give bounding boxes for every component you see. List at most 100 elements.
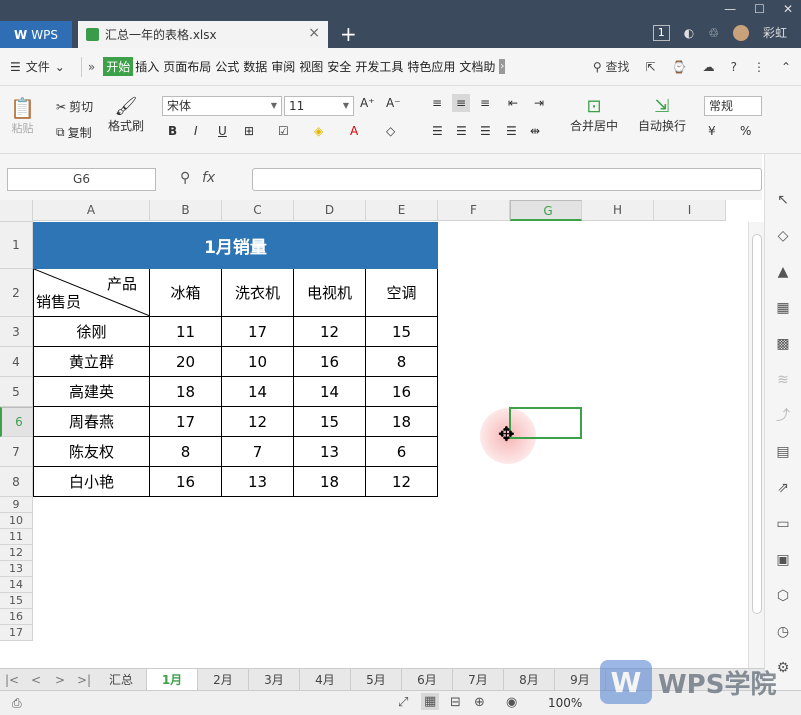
salesperson-cell[interactable]: 周春燕 — [33, 407, 150, 437]
eraser-icon[interactable]: ◇ — [386, 124, 395, 138]
name-box[interactable]: G6 — [7, 168, 156, 191]
product-header-cell[interactable]: 洗衣机 — [222, 269, 294, 317]
column-header-a[interactable]: A — [33, 200, 150, 221]
value-cell[interactable]: 16 — [150, 467, 222, 497]
salesperson-cell[interactable]: 白小艳 — [33, 467, 150, 497]
gear-icon[interactable]: ⚙ — [774, 660, 792, 676]
column-header-b[interactable]: B — [150, 200, 222, 221]
backup-icon[interactable]: ⬡ — [774, 588, 792, 604]
row-header[interactable]: 3 — [0, 317, 33, 347]
row-header[interactable]: 10 — [0, 513, 33, 529]
reading-mode-icon[interactable]: ⊕ — [474, 695, 485, 710]
help-icon[interactable]: ? — [731, 60, 737, 74]
tab-home[interactable]: 开始 — [103, 57, 134, 76]
merge-center-button[interactable]: ⊡ 合并居中 — [570, 96, 618, 134]
close-window-icon[interactable]: ✕ — [783, 2, 793, 16]
tab-data[interactable]: 数据 — [241, 58, 269, 75]
wps-home-tab[interactable]: W WPS — [0, 21, 72, 48]
value-cell[interactable]: 17 — [150, 407, 222, 437]
collapse-ribbon-icon[interactable]: ⌃ — [781, 60, 791, 74]
share-icon[interactable]: ⇱ — [646, 60, 656, 74]
column-header-e[interactable]: E — [366, 200, 438, 221]
row-header[interactable]: 14 — [0, 577, 33, 593]
number-format-select[interactable]: 常规 — [704, 96, 762, 116]
skin-icon[interactable]: ◐ — [684, 26, 694, 40]
currency-icon[interactable]: ¥ — [708, 124, 716, 138]
justify-icon[interactable]: ☰ — [506, 124, 517, 138]
row-header[interactable]: 1 — [0, 222, 33, 269]
value-cell[interactable]: 18 — [150, 377, 222, 407]
avatar[interactable] — [732, 24, 749, 41]
font-color-icon[interactable]: A — [350, 124, 358, 138]
sheet-tab-summary[interactable]: 汇总 — [96, 668, 147, 691]
maximize-icon[interactable]: ☐ — [754, 2, 765, 16]
search-button[interactable]: ⚲ 查找 — [593, 58, 630, 75]
value-cell[interactable]: 12 — [294, 317, 366, 347]
font-select[interactable]: 宋体 ▼ — [162, 96, 282, 116]
tshirt-icon[interactable]: ♲ — [708, 26, 719, 40]
row-header[interactable]: 4 — [0, 347, 33, 377]
decrease-font-icon[interactable]: A⁻ — [386, 96, 401, 110]
eye-protect-icon[interactable]: ◉ — [506, 695, 517, 710]
value-cell[interactable]: 17 — [222, 317, 294, 347]
grid-apps-icon[interactable]: ▩ — [774, 336, 792, 352]
align-bottom-icon[interactable]: ≡ — [480, 96, 490, 110]
bold-icon[interactable]: B — [168, 124, 177, 138]
page-break-icon[interactable]: ⊟ — [450, 695, 461, 710]
align-top-icon[interactable]: ≡ — [432, 96, 442, 110]
minimize-icon[interactable]: — — [724, 2, 736, 16]
sheet-tab-feb[interactable]: 2月 — [198, 668, 249, 691]
value-cell[interactable]: 12 — [366, 467, 438, 497]
value-cell[interactable]: 13 — [222, 467, 294, 497]
product-header-cell[interactable]: 电视机 — [294, 269, 366, 317]
value-cell[interactable]: 14 — [222, 377, 294, 407]
select-pointer-icon[interactable]: ↖ — [774, 192, 792, 208]
product-header-cell[interactable]: 空调 — [366, 269, 438, 317]
scroll-thumb[interactable] — [752, 234, 762, 614]
macro-icon[interactable]: ⎙ — [12, 696, 22, 711]
value-cell[interactable]: 11 — [150, 317, 222, 347]
archive-icon[interactable]: ▭ — [774, 516, 792, 532]
row-header[interactable]: 9 — [0, 497, 33, 513]
value-cell[interactable]: 20 — [150, 347, 222, 377]
increase-font-icon[interactable]: A⁺ — [360, 96, 375, 110]
format-painter-button[interactable]: 🖌 格式刷 — [108, 96, 144, 134]
row-header[interactable]: 17 — [0, 625, 33, 641]
tab-special[interactable]: 特色应用 — [405, 58, 457, 75]
row-header[interactable]: 15 — [0, 593, 33, 609]
scroll-right-icon[interactable]: › — [499, 59, 506, 74]
percent-icon[interactable]: % — [740, 124, 751, 138]
column-header-f[interactable]: F — [438, 200, 510, 221]
file-menu[interactable]: ☰ 文件 ⌄ — [0, 58, 75, 75]
value-cell[interactable]: 18 — [366, 407, 438, 437]
italic-icon[interactable]: I — [194, 124, 198, 138]
document-tab[interactable]: 汇总一年的表格.xlsx × — [78, 21, 328, 48]
more-options-icon[interactable]: ⋮ — [753, 60, 765, 74]
zoom-lookup-icon[interactable]: ⚲ — [180, 170, 190, 186]
window-count-badge[interactable]: 1 — [652, 24, 670, 41]
row-header[interactable]: 6 — [0, 407, 33, 437]
tab-developer[interactable]: 开发工具 — [353, 58, 405, 75]
value-cell[interactable]: 13 — [294, 437, 366, 467]
value-cell[interactable]: 6 — [366, 437, 438, 467]
image-icon[interactable]: ▣ — [774, 552, 792, 568]
sheet-tab-jan[interactable]: 1月 — [147, 668, 198, 691]
fullscreen-icon[interactable]: ⤢ — [398, 695, 408, 710]
last-sheet-icon[interactable]: >| — [72, 673, 96, 687]
value-cell[interactable]: 14 — [294, 377, 366, 407]
sheet-tab-mar[interactable]: 3月 — [249, 668, 300, 691]
sheet-tab-jul[interactable]: 7月 — [453, 668, 504, 691]
salesperson-cell[interactable]: 陈友权 — [33, 437, 150, 467]
tab-doc-assistant[interactable]: 文档助 — [457, 58, 497, 75]
cloud-sync-icon[interactable]: ☁ — [703, 60, 715, 74]
tab-insert[interactable]: 插入 — [133, 58, 161, 75]
align-center-icon[interactable]: ☰ — [456, 124, 467, 138]
column-header-h[interactable]: H — [582, 200, 654, 221]
font-size-select[interactable]: 11 ▼ — [284, 96, 354, 116]
row-header[interactable]: 5 — [0, 377, 33, 407]
sheet-tab-jun[interactable]: 6月 — [402, 668, 453, 691]
sheet-tab-apr[interactable]: 4月 — [300, 668, 351, 691]
tab-view[interactable]: 视图 — [297, 58, 325, 75]
select-all-corner[interactable] — [0, 200, 33, 222]
sheet-title-cell[interactable]: 1月销量 — [33, 222, 438, 269]
